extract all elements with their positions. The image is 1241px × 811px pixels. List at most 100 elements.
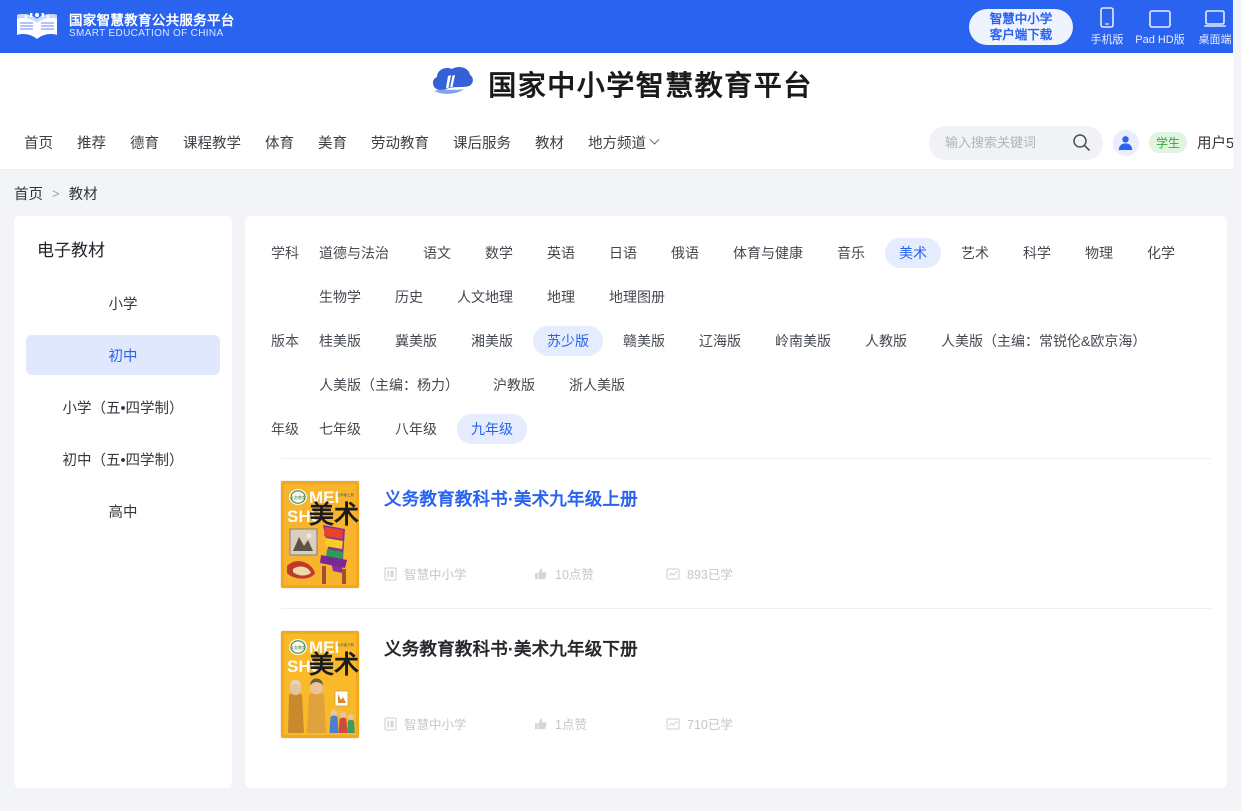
book-info: 义务教育教科书·美术九年级上册 智慧中小学 10点赞 893已学 — [384, 481, 1211, 588]
filter-option-version[interactable]: 沪教版 — [479, 370, 549, 400]
tablet-icon — [1149, 9, 1171, 28]
filter-option-version[interactable]: 人美版（主编：杨力） — [305, 370, 473, 400]
nav-item-labor[interactable]: 劳动教育 — [359, 132, 441, 153]
book-cover-thumbnail[interactable]: 义务教育 MEI SHU 美术 九年级上册 — [281, 481, 359, 588]
sidebar-item-senior[interactable]: 高中 — [26, 491, 220, 531]
filter-option-version[interactable]: 浙人美版 — [555, 370, 639, 400]
book-source-icon — [384, 566, 397, 581]
filter-option-version-selected[interactable]: 苏少版 — [533, 326, 603, 356]
gov-title-en: SMART EDUCATION OF CHINA — [69, 28, 224, 40]
content-panel: 学科 道德与法治 语文 数学 英语 日语 俄语 体育与健康 音乐 美术 艺术 科… — [245, 216, 1227, 788]
nav-item-recommend[interactable]: 推荐 — [65, 132, 118, 153]
device-label-desktop: 桌面端 — [1198, 33, 1232, 46]
gov-platform-logo[interactable]: 国家智慧教育公共服务平台 SMART EDUCATION OF CHINA — [14, 10, 235, 44]
nav-item-afterschool[interactable]: 课后服务 — [441, 132, 523, 153]
search-input[interactable] — [944, 135, 1072, 150]
filter-option-subject[interactable]: 科学 — [1009, 238, 1065, 268]
device-link-phone[interactable]: 手机版 — [1083, 6, 1131, 47]
filter-option-version[interactable]: 人教版 — [851, 326, 921, 356]
device-links: 手机版 Pad HD版 桌面端 — [1083, 6, 1241, 47]
list-item: 义务教育 MEI SHU 美术 九年级上册 义务教育教科书·美术九年级上册 智慧… — [281, 458, 1211, 608]
filter-option-version[interactable]: 人美版（主编：常锐伦&欧京海） — [927, 326, 1160, 356]
svg-text:美术: 美术 — [309, 650, 359, 679]
filter-option-subject[interactable]: 数学 — [471, 238, 527, 268]
search-icon[interactable] — [1072, 133, 1091, 152]
book-likes: 10点赞 — [534, 564, 666, 583]
desktop-icon — [1204, 9, 1226, 27]
filter-label-grade: 年级 — [271, 421, 299, 437]
thumbs-up-icon — [535, 568, 547, 579]
filter-option-subject[interactable]: 历史 — [381, 282, 437, 312]
device-label-phone: 手机版 — [1090, 33, 1124, 46]
svg-text:美术: 美术 — [309, 500, 359, 529]
filter-label-subject: 学科 — [271, 245, 299, 261]
chevron-down-icon — [649, 134, 660, 145]
filter-row-grade: 年级 七年级 八年级 九年级 — [259, 414, 1211, 456]
filter-option-subject[interactable]: 化学 — [1133, 238, 1189, 268]
filter-row-subject: 学科 道德与法治 语文 数学 英语 日语 俄语 体育与健康 音乐 美术 艺术 科… — [259, 238, 1211, 280]
book-learned-label: 710已学 — [687, 718, 733, 732]
nav-label: 体育 — [265, 135, 294, 152]
filter-option-subject-selected[interactable]: 美术 — [885, 238, 941, 268]
nav-label: 地方频道 — [588, 135, 646, 152]
book-title-link[interactable]: 义务教育教科书·美术九年级下册 — [384, 636, 1211, 661]
sidebar-item-primary[interactable]: 小学 — [26, 283, 220, 323]
filter-option-grade-selected[interactable]: 九年级 — [457, 414, 527, 444]
sidebar-item-junior[interactable]: 初中 — [26, 335, 220, 375]
filter-label-version: 版本 — [271, 333, 299, 349]
book-title-link[interactable]: 义务教育教科书·美术九年级上册 — [384, 486, 1211, 511]
sidebar-item-primary-54[interactable]: 小学（五•四学制） — [26, 387, 220, 427]
filter-option-subject[interactable]: 人文地理 — [443, 282, 527, 312]
device-link-pad[interactable]: Pad HD版 — [1133, 9, 1187, 47]
sidebar-item-junior-54[interactable]: 初中（五•四学制） — [26, 439, 220, 479]
book-metadata: 智慧中小学 1点赞 710已学 — [384, 714, 1211, 733]
platform-cloud-logo-icon[interactable] — [428, 64, 476, 104]
sidebar-title: 电子教材 — [37, 241, 105, 260]
user-avatar-icon — [1119, 136, 1133, 150]
filter-option-subject[interactable]: 俄语 — [657, 238, 713, 268]
nav-item-home[interactable]: 首页 — [12, 132, 65, 153]
nav-item-pe[interactable]: 体育 — [253, 132, 306, 153]
nav-item-local-channel[interactable]: 地方频道 — [576, 132, 670, 153]
navbar-right-group: 学生 用户5562 — [928, 115, 1241, 170]
avatar[interactable] — [1112, 129, 1139, 156]
filter-option-version[interactable]: 湘美版 — [457, 326, 527, 356]
filter-option-subject[interactable]: 地理 — [533, 282, 589, 312]
filter-row-subject-2: 生物学 历史 人文地理 地理 地理图册 — [259, 282, 1211, 324]
filter-option-version[interactable]: 岭南美版 — [761, 326, 845, 356]
filter-option-version[interactable]: 辽海版 — [685, 326, 755, 356]
nav-item-moral[interactable]: 德育 — [118, 132, 171, 153]
filter-option-version[interactable]: 冀美版 — [381, 326, 451, 356]
filter-option-subject[interactable]: 生物学 — [305, 282, 375, 312]
nav-label: 课后服务 — [453, 135, 511, 152]
filter-option-subject[interactable]: 英语 — [533, 238, 589, 268]
brand-band: 国家中小学智慧教育平台 — [0, 53, 1241, 115]
page-brand-title: 国家中小学智慧教育平台 — [488, 69, 813, 102]
client-download-button[interactable]: 智慧中小学 客户端下载 — [969, 8, 1073, 45]
nav-item-aesthetic[interactable]: 美育 — [306, 132, 359, 153]
book-source: 智慧中小学 — [384, 714, 534, 733]
nav-label: 教材 — [535, 135, 564, 152]
list-item: 义务教育 MEI SHU 美术 九年级下册 义务教育教科书·美术九年级下册 智慧… — [281, 608, 1211, 758]
learners-icon — [666, 567, 680, 580]
filter-option-subject[interactable]: 语文 — [409, 238, 465, 268]
page-scrollbar[interactable] — [1233, 0, 1241, 811]
filter-option-subject[interactable]: 地理图册 — [595, 282, 679, 312]
role-badge: 学生 — [1148, 132, 1187, 153]
nav-item-textbooks[interactable]: 教材 — [523, 132, 576, 153]
filter-option-version[interactable]: 赣美版 — [609, 326, 679, 356]
filter-option-subject[interactable]: 音乐 — [823, 238, 879, 268]
filter-option-grade[interactable]: 八年级 — [381, 414, 451, 444]
filter-option-subject[interactable]: 日语 — [595, 238, 651, 268]
filter-option-version[interactable]: 桂美版 — [305, 326, 375, 356]
filter-option-subject[interactable]: 物理 — [1071, 238, 1127, 268]
filter-option-subject[interactable]: 道德与法治 — [305, 238, 403, 268]
filter-option-grade[interactable]: 七年级 — [305, 414, 375, 444]
nav-item-courses[interactable]: 课程教学 — [171, 132, 253, 153]
search-box[interactable] — [928, 125, 1103, 160]
filter-options-version: 桂美版 冀美版 湘美版 苏少版 赣美版 辽海版 岭南美版 人教版 人美版（主编：… — [305, 326, 1211, 368]
breadcrumb-home[interactable]: 首页 — [14, 183, 43, 204]
filter-option-subject[interactable]: 艺术 — [947, 238, 1003, 268]
book-cover-thumbnail[interactable]: 义务教育 MEI SHU 美术 九年级下册 — [281, 631, 359, 738]
filter-option-subject[interactable]: 体育与健康 — [719, 238, 817, 268]
